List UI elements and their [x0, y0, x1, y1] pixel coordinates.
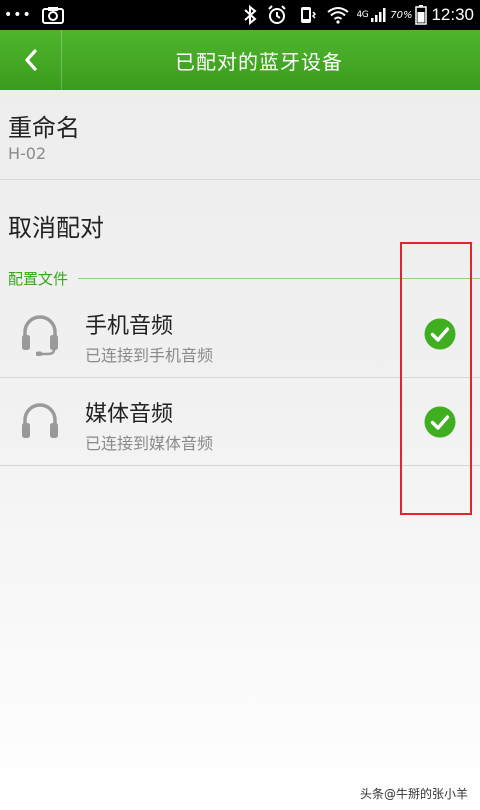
profile-status: 已连接到媒体音频 [85, 434, 214, 453]
unpair-label: 取消配对 [8, 214, 104, 242]
status-bar-left: ••• [4, 6, 64, 24]
battery-icon [415, 5, 428, 25]
signal-icon [370, 7, 386, 23]
status-bar-right: 4G 70% 12:30 [233, 5, 474, 25]
profiles-section-label: 配置文件 [8, 269, 69, 288]
battery-percent: 70% [390, 9, 413, 21]
network-type: 4G [356, 10, 369, 20]
wifi-icon [326, 6, 349, 24]
profile-status: 已连接到手机音频 [85, 346, 214, 365]
rename-label: 重命名 [8, 114, 80, 142]
screenshot-icon [41, 6, 64, 24]
rename-row[interactable]: 重命名 H-02 [0, 90, 480, 180]
device-name: H-02 [8, 144, 47, 163]
back-button[interactable] [0, 30, 62, 90]
clock: 12:30 [431, 5, 474, 24]
profile-name: 手机音频 [85, 314, 174, 339]
headset-mic-icon [22, 315, 58, 356]
bluetooth-icon [243, 5, 257, 25]
headphones-icon [22, 403, 58, 438]
title-bar: 已配对的蓝牙设备 [0, 30, 480, 90]
watermark-text: 头条@牛掰的张小羊 [359, 787, 468, 801]
notification-dots: ••• [4, 7, 32, 23]
page-title: 已配对的蓝牙设备 [175, 49, 343, 74]
vibrate-icon [297, 5, 317, 25]
alarm-icon [267, 5, 287, 25]
profile-name: 媒体音频 [85, 402, 174, 427]
status-bar: ••• 4G 70% 12:30 [0, 0, 480, 30]
annotation-highlight-box [400, 242, 472, 515]
chevron-left-icon [24, 49, 37, 71]
